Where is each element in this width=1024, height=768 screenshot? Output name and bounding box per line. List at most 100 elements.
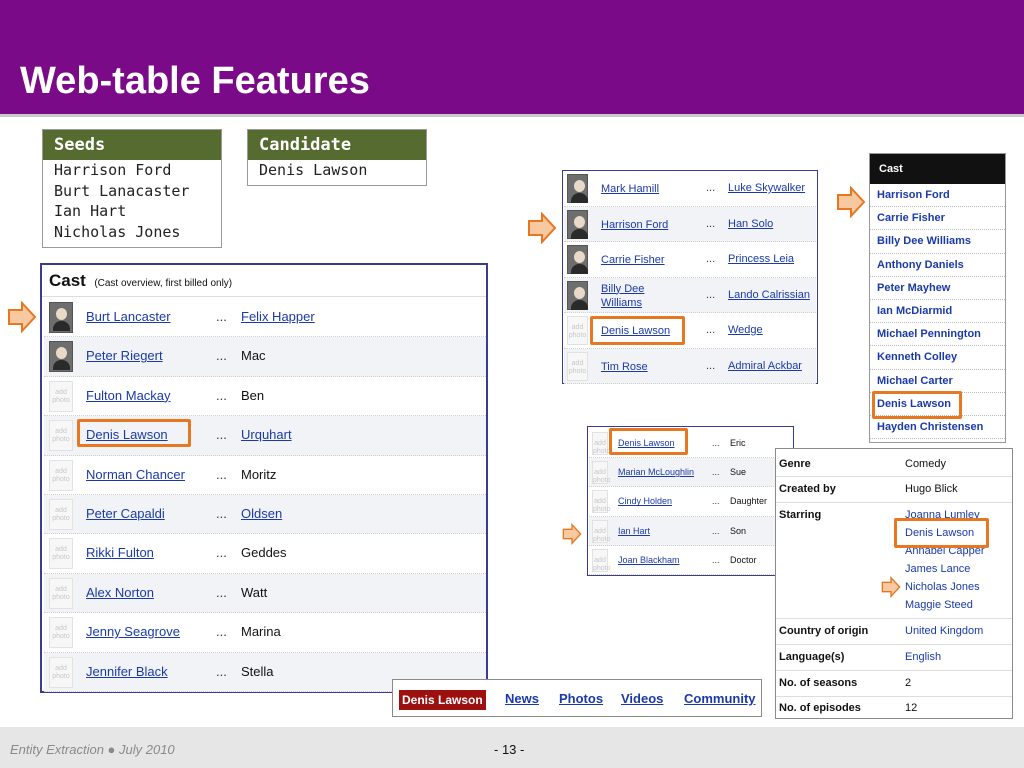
highlight-t2-denis xyxy=(609,428,688,455)
row-ellipsis: ... xyxy=(216,506,227,521)
actor-link[interactable]: Marian McLoughlin xyxy=(618,467,694,477)
actor-photo xyxy=(567,209,588,239)
cast-list-item[interactable]: Michael Carter xyxy=(870,370,1005,393)
cast-list-item[interactable]: Billy Dee Williams xyxy=(870,230,1005,254)
cast-list-item[interactable]: Hayden Christensen xyxy=(870,416,1005,440)
row-ellipsis: ... xyxy=(706,288,716,301)
cast-list-item[interactable]: Peter Mayhew xyxy=(870,277,1005,300)
role-text: Son xyxy=(730,525,747,536)
table-row: Billy Dee Williams... Lando Calrissian xyxy=(564,277,816,313)
candidate-header: Candidate xyxy=(248,130,426,160)
role-link[interactable]: Luke Skywalker xyxy=(728,182,805,194)
add-photo-placeholder[interactable]: add photo xyxy=(49,499,73,530)
actor-link[interactable]: Peter Capaldi xyxy=(86,506,165,521)
tab-news[interactable]: News xyxy=(505,691,539,706)
cast-list-item[interactable]: Carrie Fisher xyxy=(870,207,1005,231)
role-link[interactable]: Lando Calrissian xyxy=(728,289,810,301)
actor-link[interactable]: Jenny Seagrove xyxy=(86,624,180,639)
seed-item: Ian Hart xyxy=(54,202,127,220)
actor-link[interactable]: Fulton Mackay xyxy=(86,388,171,403)
table-row: add photo Jenny Seagrove... Marina xyxy=(44,613,486,653)
cast-list-item[interactable]: Michael Pennington xyxy=(870,323,1005,347)
table-row: Peter Riegert... Mac xyxy=(44,337,486,377)
add-photo-placeholder[interactable]: add photo xyxy=(49,656,73,688)
role-link[interactable]: Oldsen xyxy=(241,506,282,521)
role-link[interactable]: Wedge xyxy=(728,324,763,336)
add-photo-placeholder[interactable]: add photo xyxy=(49,459,73,491)
cast-list-item[interactable]: Ian McDiarmid xyxy=(870,300,1005,324)
add-photo-placeholder[interactable]: add photo xyxy=(49,538,73,570)
actor-photo xyxy=(567,174,588,203)
footer-text: Entity Extraction ● July 2010 xyxy=(10,742,175,757)
tab-community[interactable]: Community xyxy=(684,691,756,706)
add-photo-placeholder[interactable]: add photo xyxy=(49,617,73,649)
actor-link[interactable]: Tim Rose xyxy=(601,360,648,374)
role-text: Moritz xyxy=(241,466,277,482)
created-label: Created by xyxy=(779,483,836,495)
actor-link[interactable]: Alex Norton xyxy=(86,585,154,600)
row-ellipsis: ... xyxy=(216,545,227,561)
add-photo-placeholder[interactable]: add photo xyxy=(49,577,73,609)
seed-item: Harrison Ford xyxy=(54,161,172,179)
add-photo-placeholder[interactable]: add photo xyxy=(592,490,611,514)
role-link[interactable]: Princess Leia xyxy=(728,253,794,265)
add-photo-placeholder[interactable]: add photo xyxy=(567,316,588,345)
role-text: Mac xyxy=(241,348,266,364)
add-photo-placeholder[interactable]: add photo xyxy=(49,380,73,412)
highlight-list-denis xyxy=(872,391,962,419)
starring-link[interactable]: Nicholas Jones xyxy=(905,581,980,593)
add-photo-placeholder[interactable]: add photo xyxy=(592,432,611,455)
table-row: add photo Ian Hart... Son xyxy=(589,516,792,546)
actor-link[interactable]: Billy Dee Williams xyxy=(601,282,661,310)
episodes-value: 12 xyxy=(905,702,918,714)
cast-list-item[interactable]: Harrison Ford xyxy=(870,184,1005,208)
row-ellipsis: ... xyxy=(216,348,227,364)
actor-link[interactable]: Carrie Fisher xyxy=(601,253,665,267)
language-value[interactable]: English xyxy=(905,651,941,663)
role-link[interactable]: Felix Happer xyxy=(241,309,315,324)
highlight-main-denis xyxy=(77,419,191,447)
actor-link[interactable]: Joan Blackham xyxy=(618,555,680,565)
cast-list-item[interactable]: Kenneth Colley xyxy=(870,346,1005,370)
row-ellipsis: ... xyxy=(216,663,227,679)
actor-link[interactable]: Norman Chancer xyxy=(86,467,185,482)
cast-list-item[interactable]: Anthony Daniels xyxy=(870,254,1005,277)
highlight-t1-denis xyxy=(590,316,685,345)
role-link[interactable]: Urquhart xyxy=(241,427,292,442)
starring-link[interactable]: James Lance xyxy=(905,563,970,575)
tab-active-entity[interactable]: Denis Lawson xyxy=(399,690,486,710)
add-photo-placeholder[interactable]: add photo xyxy=(592,548,611,572)
genre-value: Comedy xyxy=(905,458,946,470)
role-link[interactable]: Admiral Ackbar xyxy=(728,360,802,372)
country-value[interactable]: United Kingdom xyxy=(905,625,983,637)
actor-link[interactable]: Peter Riegert xyxy=(86,348,163,363)
actor-link[interactable]: Harrison Ford xyxy=(601,218,668,232)
actor-link[interactable]: Ian Hart xyxy=(618,526,650,536)
role-text: Eric xyxy=(730,438,746,448)
arrow-icon xyxy=(528,212,557,244)
row-ellipsis: ... xyxy=(712,525,720,536)
actor-link[interactable]: Jennifer Black xyxy=(86,664,168,679)
actor-link[interactable]: Cindy Holden xyxy=(618,496,672,506)
seasons-value: 2 xyxy=(905,677,912,689)
add-photo-placeholder[interactable]: add photo xyxy=(592,519,611,543)
episodes-label: No. of episodes xyxy=(779,702,861,714)
cast-subtitle: (Cast overview, first billed only) xyxy=(94,278,233,289)
actor-link[interactable]: Rikki Fulton xyxy=(86,545,154,560)
seeds-header: Seeds xyxy=(43,130,221,160)
arrow-icon xyxy=(837,186,866,218)
starring-link[interactable]: Maggie Steed xyxy=(905,599,973,611)
actor-link[interactable]: Mark Hamill xyxy=(601,182,659,196)
role-text: Geddes xyxy=(241,545,287,561)
actor-link[interactable]: Burt Lancaster xyxy=(86,309,171,324)
add-photo-placeholder[interactable]: add photo xyxy=(567,351,588,381)
table-row: add photo Norman Chancer... Moritz xyxy=(44,456,486,495)
tab-videos[interactable]: Videos xyxy=(621,691,663,706)
tab-photos[interactable]: Photos xyxy=(559,691,603,706)
row-ellipsis: ... xyxy=(712,554,720,565)
add-photo-placeholder[interactable]: add photo xyxy=(49,420,73,452)
actor-photo xyxy=(567,245,588,274)
role-link[interactable]: Han Solo xyxy=(728,218,773,230)
starring-label: Starring xyxy=(779,509,822,521)
add-photo-placeholder[interactable]: add photo xyxy=(592,461,611,485)
